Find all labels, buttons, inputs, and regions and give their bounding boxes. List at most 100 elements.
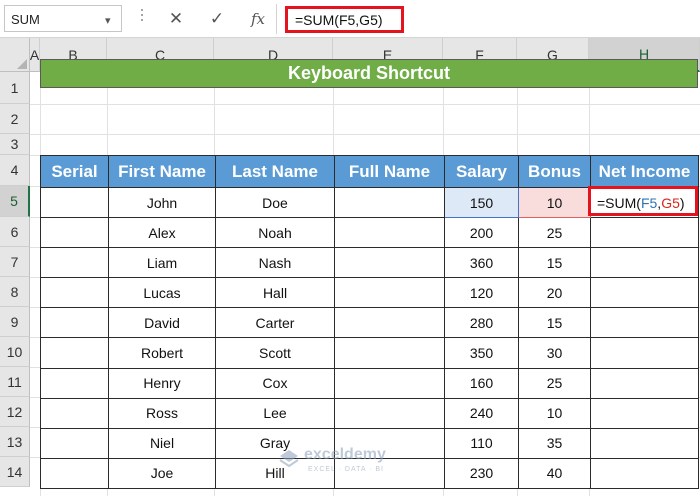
- insert-function-icon[interactable]: fx: [246, 7, 270, 31]
- table-cell-salary[interactable]: 280: [444, 307, 519, 339]
- table-cell-bonus[interactable]: 25: [518, 367, 591, 399]
- table-cell-last[interactable]: Doe: [215, 186, 335, 219]
- table-cell-last[interactable]: Carter: [215, 307, 335, 339]
- row-header-12[interactable]: 12: [0, 397, 30, 427]
- table-header-cell[interactable]: Last Name: [215, 155, 335, 188]
- table-cell-serial[interactable]: [40, 307, 109, 339]
- row-header-8[interactable]: 8: [0, 277, 30, 307]
- table-cell-first[interactable]: Ross: [108, 397, 216, 429]
- table-cell-salary[interactable]: 160: [444, 367, 519, 399]
- table-cell-bonus[interactable]: 35: [518, 427, 591, 459]
- grid-hline: [30, 104, 700, 105]
- table-cell-first[interactable]: David: [108, 307, 216, 339]
- table-cell-serial[interactable]: [40, 337, 109, 369]
- active-cell-editor[interactable]: =SUM(F5,G5): [590, 186, 699, 219]
- table-cell-salary[interactable]: 150: [444, 186, 519, 219]
- name-box[interactable]: SUM ▾: [4, 5, 122, 32]
- table-cell-first[interactable]: Robert: [108, 337, 216, 369]
- table-cell-bonus[interactable]: 10: [518, 186, 591, 219]
- table-cell-net[interactable]: [590, 457, 699, 489]
- table-header-cell[interactable]: Bonus: [518, 155, 591, 188]
- formula-part-prefix: =SUM(: [597, 194, 641, 211]
- table-cell-full[interactable]: [334, 337, 445, 369]
- table-cell-net[interactable]: [590, 277, 699, 309]
- table-cell-salary[interactable]: 360: [444, 247, 519, 279]
- row-header-7[interactable]: 7: [0, 247, 30, 277]
- table-cell-full[interactable]: [334, 217, 445, 249]
- row-header-10[interactable]: 10: [0, 337, 30, 367]
- row-header-3[interactable]: 3: [0, 134, 30, 155]
- table-cell-first[interactable]: Alex: [108, 217, 216, 249]
- table-cell-salary[interactable]: 350: [444, 337, 519, 369]
- row-header-5[interactable]: 5: [0, 186, 30, 217]
- table-cell-last[interactable]: Nash: [215, 247, 335, 279]
- enter-check-icon[interactable]: ✓: [205, 7, 229, 31]
- formula-input[interactable]: =SUM(F5,G5): [285, 6, 404, 33]
- table-cell-first[interactable]: Henry: [108, 367, 216, 399]
- table-cell-serial[interactable]: [40, 427, 109, 459]
- table-cell-serial[interactable]: [40, 247, 109, 279]
- drag-handle-icon[interactable]: [140, 9, 144, 29]
- table-cell-bonus[interactable]: 10: [518, 397, 591, 429]
- table-cell-serial[interactable]: [40, 186, 109, 219]
- table-header-cell[interactable]: Serial: [40, 155, 109, 188]
- table-cell-salary[interactable]: 120: [444, 277, 519, 309]
- table-cell-serial[interactable]: [40, 457, 109, 489]
- column-header-a[interactable]: A: [30, 38, 40, 72]
- table-cell-bonus[interactable]: 15: [518, 307, 591, 339]
- table-cell-net[interactable]: [590, 427, 699, 459]
- table-cell-net[interactable]: [590, 307, 699, 339]
- row-header-14[interactable]: 14: [0, 457, 30, 487]
- table-row: Henry Cox 160 25: [40, 367, 699, 399]
- row-header-13[interactable]: 13: [0, 427, 30, 457]
- chevron-down-icon[interactable]: ▾: [105, 14, 111, 27]
- table-cell-serial[interactable]: [40, 217, 109, 249]
- table-cell-bonus[interactable]: 25: [518, 217, 591, 249]
- table-cell-serial[interactable]: [40, 277, 109, 309]
- table-cell-bonus[interactable]: 20: [518, 277, 591, 309]
- table-cell-bonus[interactable]: 15: [518, 247, 591, 279]
- table-cell-full[interactable]: [334, 186, 445, 219]
- table-cell-net[interactable]: [590, 247, 699, 279]
- table-cell-salary[interactable]: 110: [444, 427, 519, 459]
- title-banner[interactable]: Keyboard Shortcut: [40, 59, 698, 88]
- table-cell-full[interactable]: [334, 247, 445, 279]
- row-header-11[interactable]: 11: [0, 367, 30, 397]
- row-header-6[interactable]: 6: [0, 217, 30, 247]
- table-cell-full[interactable]: [334, 307, 445, 339]
- table-cell-first[interactable]: Niel: [108, 427, 216, 459]
- table-cell-salary[interactable]: 240: [444, 397, 519, 429]
- table-header-cell[interactable]: Net Income: [590, 155, 699, 188]
- row-header-1[interactable]: 1: [0, 72, 30, 104]
- table-cell-bonus[interactable]: 40: [518, 457, 591, 489]
- row-header-2[interactable]: 2: [0, 104, 30, 134]
- table-cell-full[interactable]: [334, 397, 445, 429]
- table-cell-bonus[interactable]: 30: [518, 337, 591, 369]
- select-all-button[interactable]: [0, 38, 30, 72]
- table-cell-full[interactable]: [334, 277, 445, 309]
- table-cell-net[interactable]: [590, 397, 699, 429]
- table-header-cell[interactable]: Full Name: [334, 155, 445, 188]
- table-cell-serial[interactable]: [40, 397, 109, 429]
- table-cell-serial[interactable]: [40, 367, 109, 399]
- table-cell-full[interactable]: [334, 367, 445, 399]
- table-cell-first[interactable]: Joe: [108, 457, 216, 489]
- table-header-cell[interactable]: Salary: [444, 155, 519, 188]
- table-cell-salary[interactable]: 230: [444, 457, 519, 489]
- table-cell-last[interactable]: Hall: [215, 277, 335, 309]
- table-cell-net[interactable]: [590, 367, 699, 399]
- row-header-9[interactable]: 9: [0, 307, 30, 337]
- table-cell-first[interactable]: John: [108, 186, 216, 219]
- table-cell-last[interactable]: Scott: [215, 337, 335, 369]
- row-header-4[interactable]: 4: [0, 155, 30, 186]
- table-cell-last[interactable]: Noah: [215, 217, 335, 249]
- table-cell-last[interactable]: Cox: [215, 367, 335, 399]
- cancel-icon[interactable]: ✕: [164, 7, 188, 31]
- table-cell-first[interactable]: Lucas: [108, 277, 216, 309]
- table-cell-net[interactable]: [590, 217, 699, 249]
- table-cell-salary[interactable]: 200: [444, 217, 519, 249]
- table-header-cell[interactable]: First Name: [108, 155, 216, 188]
- table-cell-first[interactable]: Liam: [108, 247, 216, 279]
- table-cell-last[interactable]: Lee: [215, 397, 335, 429]
- table-cell-net[interactable]: [590, 337, 699, 369]
